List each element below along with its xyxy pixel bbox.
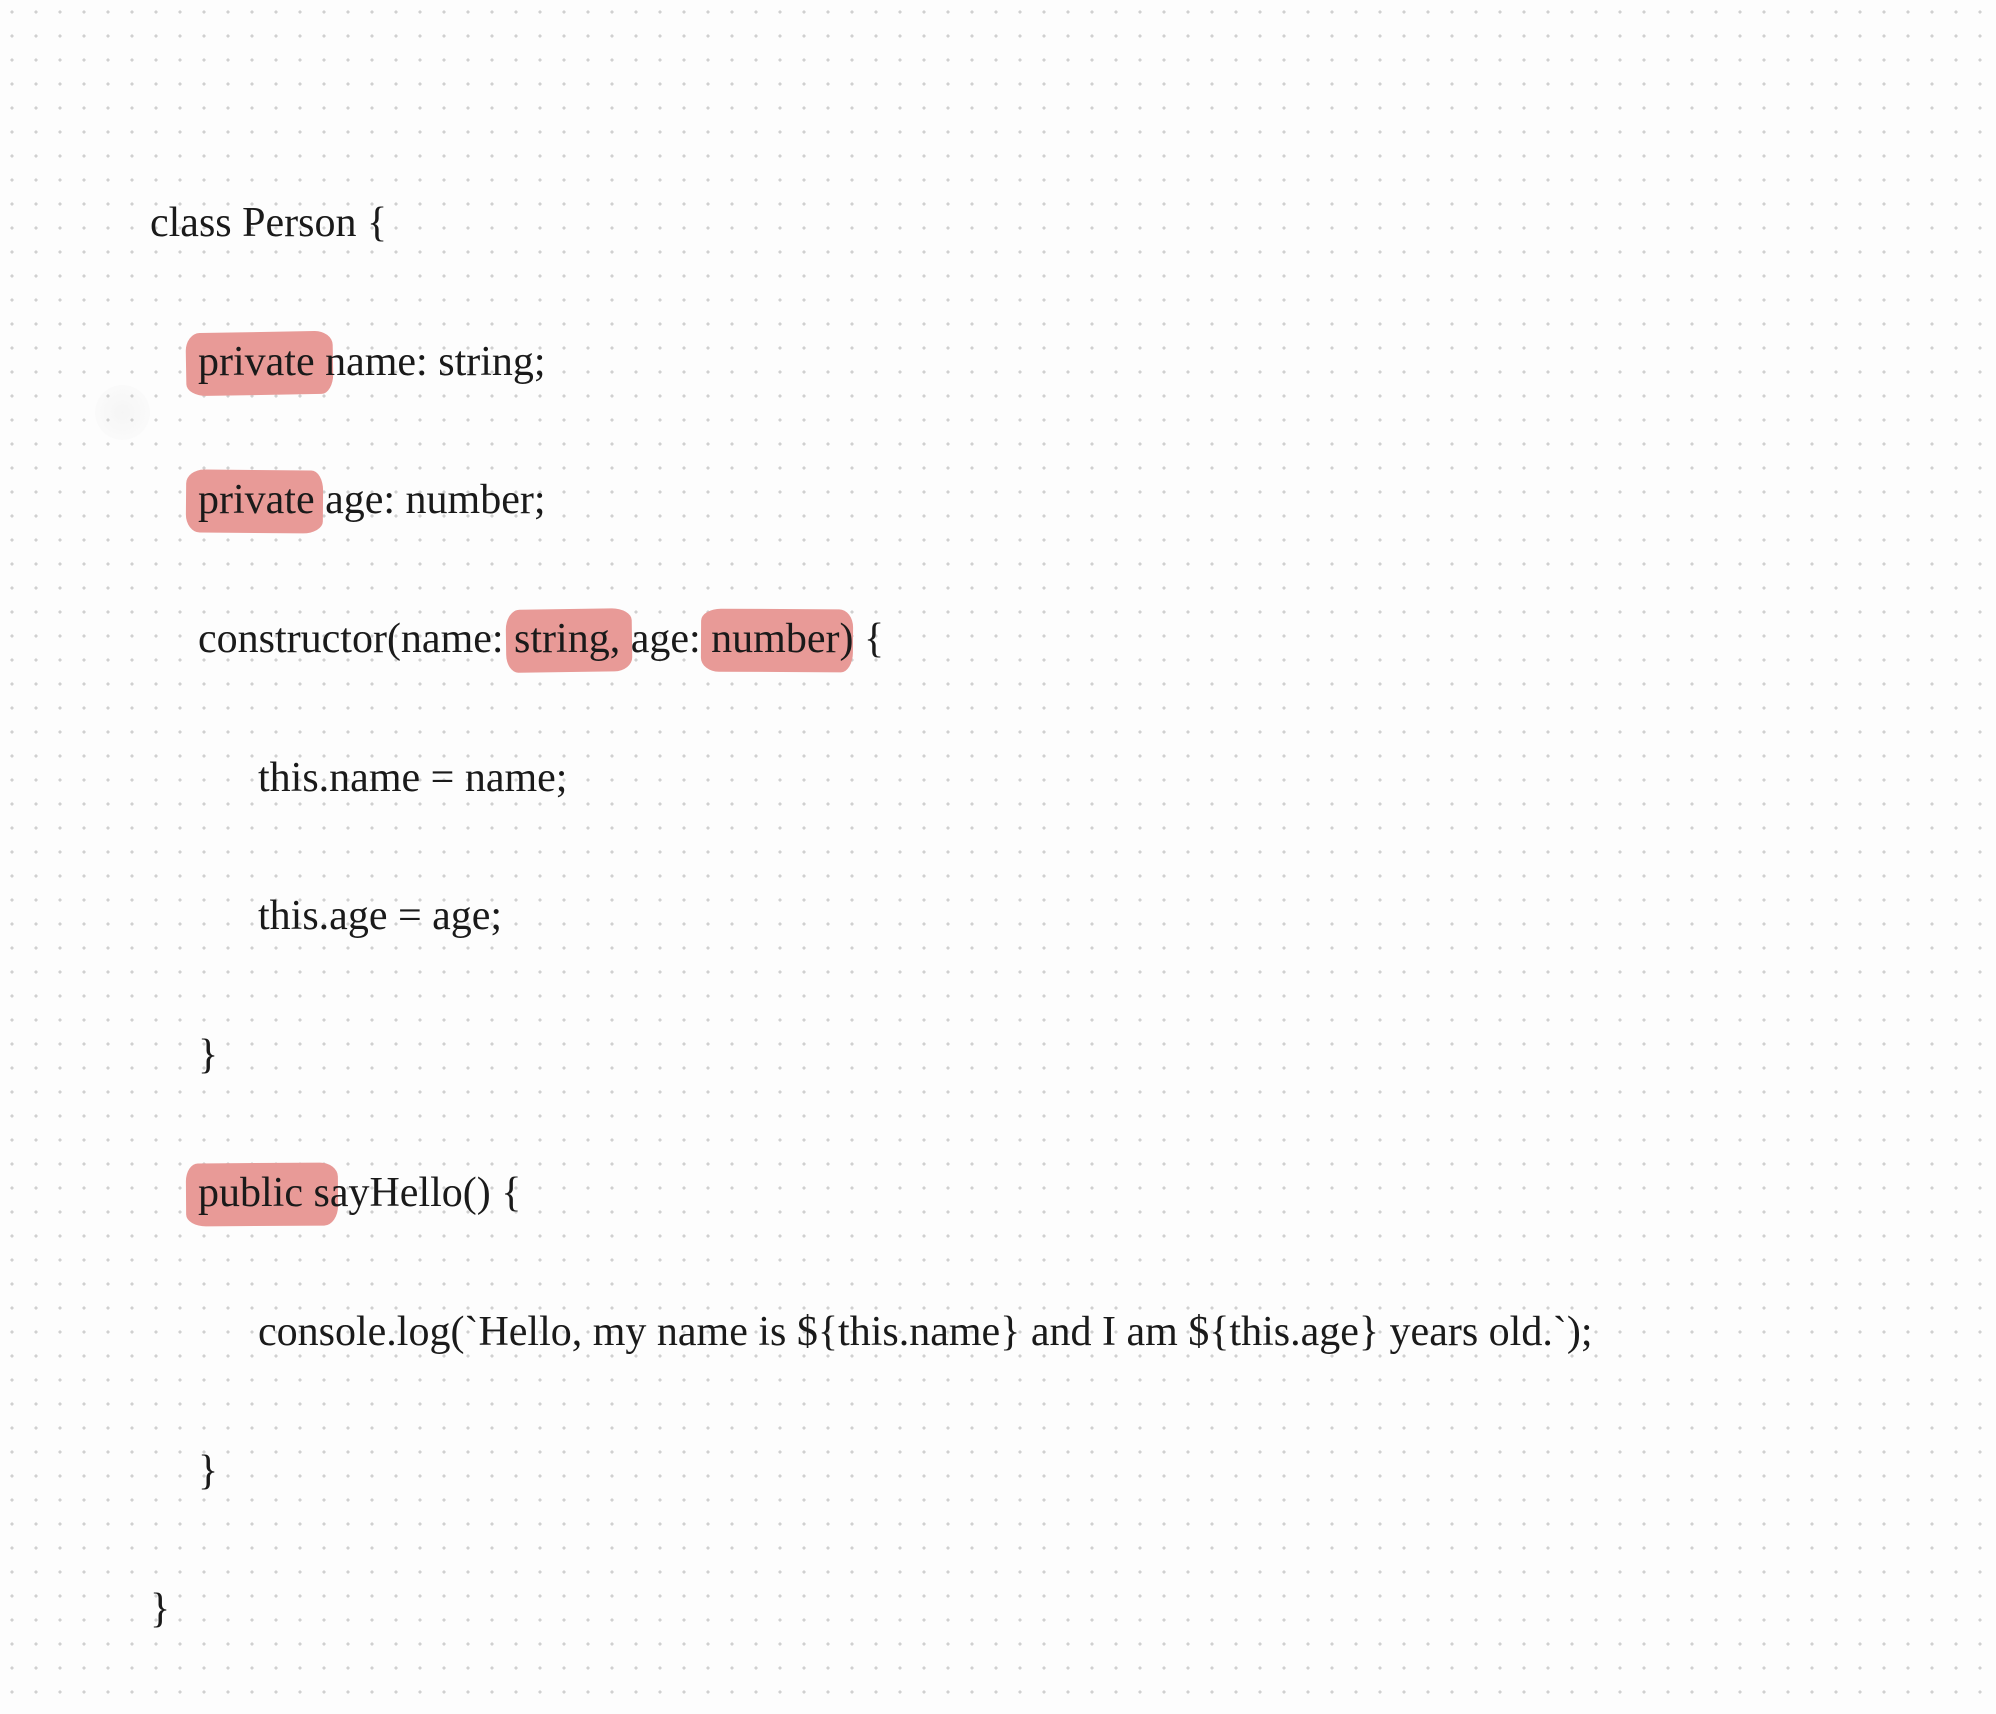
- code-text: age: number;: [315, 477, 546, 523]
- code-text: constructor(name:: [198, 616, 514, 662]
- code-line-5: this.name = name;: [150, 744, 1592, 813]
- code-text: age:: [620, 616, 711, 662]
- code-text: }: [198, 1032, 218, 1078]
- code-text: private: [198, 477, 315, 523]
- code-text: ayHello() {: [330, 1170, 522, 1216]
- code-line-10: }: [150, 1437, 1592, 1506]
- code-line-8: public sayHello() {: [150, 1159, 1592, 1228]
- highlight-public: public s: [198, 1159, 330, 1228]
- highlight-string: string,: [514, 605, 620, 674]
- code-text: private: [198, 339, 325, 385]
- code-line-2: private name: string;: [150, 328, 1592, 397]
- code-text: string,: [514, 616, 620, 662]
- code-text: console.log(`Hello, my name is ${this.na…: [258, 1309, 1592, 1355]
- code-text: number: [711, 616, 839, 662]
- code-block: class Person { private name: string; pri…: [150, 120, 1592, 1714]
- code-line-11: }: [150, 1575, 1592, 1644]
- code-line-4: constructor(name: string, age: number) {: [150, 605, 1592, 674]
- highlight-private-2: private: [198, 466, 315, 535]
- highlight-private-1: private: [198, 328, 325, 397]
- highlight-number: number: [711, 605, 839, 674]
- code-text: public s: [198, 1170, 330, 1216]
- code-text: this.age = age;: [258, 893, 502, 939]
- code-line-3: private age: number;: [150, 466, 1592, 535]
- code-line-7: }: [150, 1021, 1592, 1090]
- code-text: ) {: [839, 616, 884, 662]
- cursor-indicator: [95, 385, 150, 440]
- code-line-6: this.age = age;: [150, 882, 1592, 951]
- code-text: this.name = name;: [258, 755, 567, 801]
- code-line-9: console.log(`Hello, my name is ${this.na…: [150, 1298, 1592, 1367]
- code-text: }: [150, 1586, 170, 1632]
- code-text: name: string;: [325, 339, 545, 385]
- code-text: class Person {: [150, 200, 387, 246]
- code-line-1: class Person {: [150, 189, 1592, 258]
- code-text: }: [198, 1448, 218, 1494]
